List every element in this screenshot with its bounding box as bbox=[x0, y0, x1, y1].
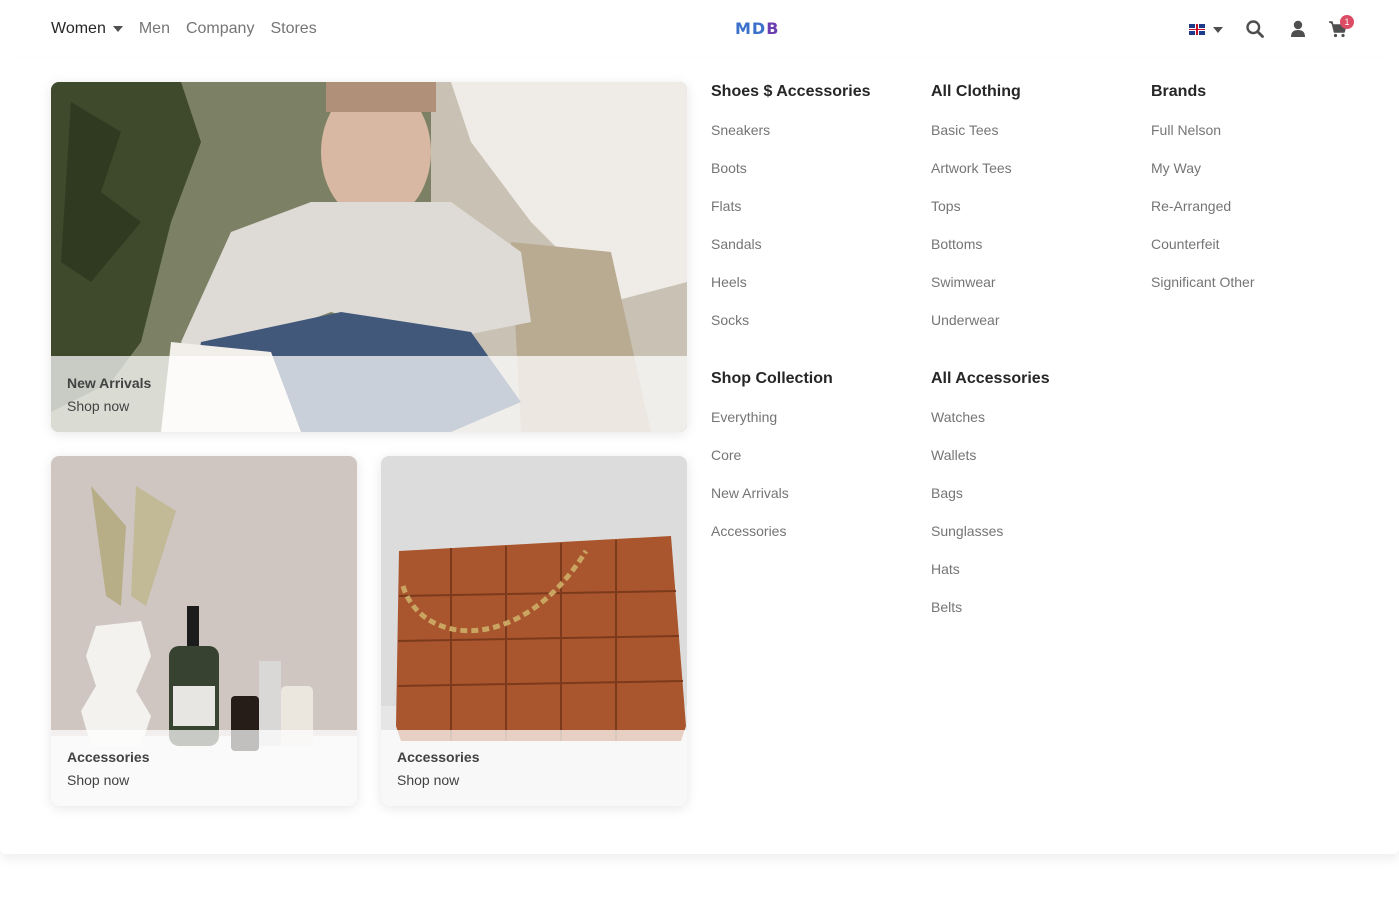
menu-link-tops[interactable]: Tops bbox=[931, 198, 1021, 215]
menu-link-hats[interactable]: Hats bbox=[931, 561, 1050, 578]
nav-link-stores[interactable]: Stores bbox=[270, 20, 316, 38]
menu-link-new-arrivals[interactable]: New Arrivals bbox=[711, 485, 833, 502]
menu-link-significant-other[interactable]: Significant Other bbox=[1151, 274, 1255, 291]
cart-count-badge: 1 bbox=[1340, 15, 1354, 29]
card-caption: New Arrivals Shop now bbox=[51, 356, 687, 432]
column-title: Shoes $ Accessories bbox=[711, 83, 871, 100]
column-title: Shop Collection bbox=[711, 370, 833, 387]
menu-link-accessories[interactable]: Accessories bbox=[711, 523, 833, 540]
menu-link-underwear[interactable]: Underwear bbox=[931, 312, 1021, 329]
uk-flag-icon[interactable] bbox=[1189, 24, 1205, 35]
featured-card-new-arrivals[interactable]: New Arrivals Shop now bbox=[51, 82, 687, 432]
brand-logo[interactable]: MDB bbox=[735, 19, 779, 38]
card-caption: Accessories Shop now bbox=[381, 730, 687, 806]
card-title: New Arrivals bbox=[67, 375, 152, 391]
column-title: Brands bbox=[1151, 83, 1207, 100]
shop-now-link[interactable]: Shop now bbox=[67, 772, 341, 788]
menu-link-everything[interactable]: Everything bbox=[711, 409, 833, 426]
mega-menu-panel: New Arrivals Shop now Accessories Shop n… bbox=[0, 58, 1399, 854]
shop-now-link[interactable]: Shop now bbox=[67, 398, 671, 414]
nav-link-women-label: Women bbox=[51, 20, 106, 37]
menu-column-brands: Brands Full Nelson My Way Re-Arranged Co… bbox=[1151, 83, 1255, 291]
shop-now-link[interactable]: Shop now bbox=[397, 772, 671, 788]
menu-link-flats[interactable]: Flats bbox=[711, 198, 871, 215]
featured-card-accessories-bag[interactable]: Accessories Shop now bbox=[381, 456, 687, 806]
featured-card-accessories-cosmetics[interactable]: Accessories Shop now bbox=[51, 456, 357, 806]
menu-column-all-accessories: All Accessories Watches Wallets Bags Sun… bbox=[931, 370, 1050, 616]
nav-links: Women Men Company Stores bbox=[51, 0, 333, 58]
menu-link-sandals[interactable]: Sandals bbox=[711, 236, 871, 253]
menu-link-core[interactable]: Core bbox=[711, 447, 833, 464]
menu-link-my-way[interactable]: My Way bbox=[1151, 160, 1255, 177]
menu-column-shop-collection: Shop Collection Everything Core New Arri… bbox=[711, 370, 833, 540]
menu-link-swimwear[interactable]: Swimwear bbox=[931, 274, 1021, 291]
menu-link-re-arranged[interactable]: Re-Arranged bbox=[1151, 198, 1255, 215]
search-icon[interactable] bbox=[1245, 19, 1265, 39]
menu-link-belts[interactable]: Belts bbox=[931, 599, 1050, 616]
menu-link-basic-tees[interactable]: Basic Tees bbox=[931, 122, 1021, 139]
menu-link-bottoms[interactable]: Bottoms bbox=[931, 236, 1021, 253]
menu-link-boots[interactable]: Boots bbox=[711, 160, 871, 177]
column-title: All Clothing bbox=[931, 83, 1021, 100]
menu-link-wallets[interactable]: Wallets bbox=[931, 447, 1050, 464]
nav-link-company[interactable]: Company bbox=[186, 20, 254, 38]
card-caption: Accessories Shop now bbox=[51, 730, 357, 806]
card-title: Accessories bbox=[397, 749, 480, 765]
card-title: Accessories bbox=[67, 749, 150, 765]
menu-link-watches[interactable]: Watches bbox=[931, 409, 1050, 426]
nav-link-women[interactable]: Women bbox=[51, 20, 123, 38]
chevron-down-icon[interactable] bbox=[1213, 27, 1223, 33]
menu-column-all-clothing: All Clothing Basic Tees Artwork Tees Top… bbox=[931, 83, 1021, 329]
menu-link-counterfeit[interactable]: Counterfeit bbox=[1151, 236, 1255, 253]
navbar: Women Men Company Stores MDB 1 bbox=[0, 0, 1399, 58]
menu-link-full-nelson[interactable]: Full Nelson bbox=[1151, 122, 1255, 139]
menu-link-bags[interactable]: Bags bbox=[931, 485, 1050, 502]
menu-link-sunglasses[interactable]: Sunglasses bbox=[931, 523, 1050, 540]
menu-column-shoes-accessories: Shoes $ Accessories Sneakers Boots Flats… bbox=[711, 83, 871, 329]
chevron-down-icon bbox=[112, 26, 123, 32]
menu-link-artwork-tees[interactable]: Artwork Tees bbox=[931, 160, 1021, 177]
nav-link-men[interactable]: Men bbox=[139, 20, 170, 38]
menu-link-socks[interactable]: Socks bbox=[711, 312, 871, 329]
menu-link-sneakers[interactable]: Sneakers bbox=[711, 122, 871, 139]
column-title: All Accessories bbox=[931, 370, 1050, 387]
user-icon[interactable] bbox=[1288, 19, 1308, 39]
menu-link-heels[interactable]: Heels bbox=[711, 274, 871, 291]
